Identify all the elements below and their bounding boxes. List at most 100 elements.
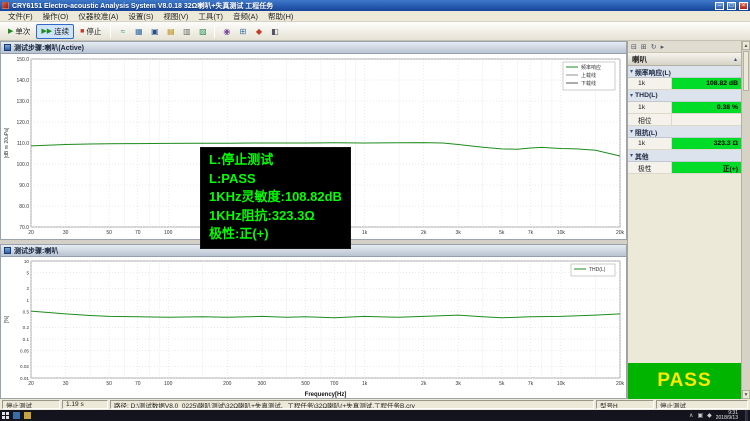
panel-icon: ◧ xyxy=(271,27,279,36)
diamond-icon: ◆ xyxy=(256,27,262,36)
sidebar-scrollbar[interactable]: ▲ ▼ xyxy=(741,41,750,399)
stop-test-button[interactable]: ■ 停止 xyxy=(75,24,106,39)
target-icon: ◉ xyxy=(223,27,230,36)
svg-text:1: 1 xyxy=(26,298,29,303)
sidebar-section-impedance[interactable]: ▾ 阻抗(L) xyxy=(628,126,741,138)
status-file-path: 路径: D:\测试数据V8.0_0225\喇叭测试\32Ω喇叭+失真测试、工程任… xyxy=(110,400,594,409)
status-bar: 停止测试 1.19 s 路径: D:\测试数据V8.0_0225\喇叭测试\32… xyxy=(0,399,750,410)
section-label: 其他 xyxy=(635,151,649,161)
svg-text:10k: 10k xyxy=(557,230,566,236)
device-name: 喇叭 xyxy=(632,54,647,65)
signal-curve-button[interactable]: ≈ xyxy=(115,24,130,39)
volume-icon[interactable]: ◆ xyxy=(707,413,712,419)
menu-view[interactable]: 视图(V) xyxy=(158,11,193,21)
svg-text:10: 10 xyxy=(24,259,30,264)
svg-text:20: 20 xyxy=(28,381,34,387)
row-value xyxy=(672,114,741,125)
menu-calibration[interactable]: 仪器校准(A) xyxy=(73,11,123,21)
sidebar-section-frequency-response[interactable]: ▾ 频率响应(L) xyxy=(628,66,741,78)
svg-text:7k: 7k xyxy=(528,230,534,236)
svg-text:1k: 1k xyxy=(362,381,368,387)
scroll-up-icon[interactable]: ▲ xyxy=(742,41,750,50)
chart-panel-icon xyxy=(4,247,11,254)
menu-audio[interactable]: 音频(A) xyxy=(228,11,263,21)
taskbar-app-icon[interactable] xyxy=(24,412,31,419)
save-button[interactable]: ▣ xyxy=(147,24,162,39)
pass-result-box: PASS xyxy=(628,363,741,399)
layout-button[interactable]: ⊞ xyxy=(235,24,250,39)
taskbar-clock[interactable]: 9:31 2018/9/13 xyxy=(716,411,741,421)
section-label: THD(L) xyxy=(635,92,658,99)
svg-text:50: 50 xyxy=(106,381,112,387)
grid-icon: ⊞ xyxy=(240,27,247,36)
open-file-button[interactable]: ▤ xyxy=(163,24,178,39)
taskbar-app-icon[interactable] xyxy=(13,412,20,419)
svg-text:70.0: 70.0 xyxy=(19,225,29,231)
chart-view-button[interactable]: ▦ xyxy=(131,24,146,39)
top-chart-title: 测试步骤:喇叭(Active) xyxy=(14,43,84,53)
table-row: 1k 323.3 Ω xyxy=(628,138,741,150)
chart-panel-icon xyxy=(4,44,11,51)
section-label: 频率响应(L) xyxy=(635,67,671,77)
svg-text:20: 20 xyxy=(28,230,34,236)
table-row: 相位 xyxy=(628,114,741,126)
results-sidebar: ⊟ ⊞ ↻ ▸ 喇叭 ▴ ▾ 频率响应(L) 1k 108.82 dB ▾ TH… xyxy=(627,41,750,399)
window-titlebar: CRY6151 Electro-acoustic Analysis System… xyxy=(0,0,750,11)
minimize-button[interactable]: – xyxy=(715,2,724,10)
menu-operate[interactable]: 操作(O) xyxy=(38,11,74,21)
refresh-icon[interactable]: ↻ xyxy=(651,43,657,51)
expand-icon[interactable]: ⊞ xyxy=(641,43,647,51)
svg-text:120.0: 120.0 xyxy=(16,120,29,126)
close-button[interactable]: × xyxy=(739,2,748,10)
menu-help[interactable]: 帮助(H) xyxy=(263,11,298,21)
marker-button[interactable]: ◆ xyxy=(251,24,266,39)
triangle-down-icon: ▾ xyxy=(630,92,633,99)
svg-text:30: 30 xyxy=(63,230,69,236)
status-model: 型号H xyxy=(596,400,654,409)
svg-text:130.0: 130.0 xyxy=(16,99,29,105)
scrollbar-thumb[interactable] xyxy=(743,51,749,91)
single-test-label: 单次 xyxy=(15,26,30,37)
app-icon xyxy=(2,2,9,9)
svg-text:70: 70 xyxy=(135,381,141,387)
svg-text:3k: 3k xyxy=(456,381,462,387)
menu-file[interactable]: 文件(F) xyxy=(3,11,38,21)
pass-result-text: PASS xyxy=(657,370,711,392)
single-test-button[interactable]: ▶ 单次 xyxy=(3,24,35,39)
sidebar-device-header[interactable]: 喇叭 ▴ xyxy=(628,53,741,66)
svg-text:0.2: 0.2 xyxy=(23,325,30,330)
table-row: 极性 正(+) xyxy=(628,162,741,174)
windows-taskbar: ∧ ▣ ◆ 9:31 2018/9/13 xyxy=(0,410,750,421)
scroll-down-icon[interactable]: ▼ xyxy=(742,390,750,399)
section-label: 阻抗(L) xyxy=(635,127,657,137)
bottom-chart-title: 测试步骤:喇叭 xyxy=(14,246,58,256)
tray-expand-icon[interactable]: ∧ xyxy=(689,413,693,419)
svg-text:[%]: [%] xyxy=(4,315,10,323)
panel-toggle-button[interactable]: ◧ xyxy=(267,24,282,39)
sidebar-section-other[interactable]: ▾ 其他 xyxy=(628,150,741,162)
svg-text:7k: 7k xyxy=(528,381,534,387)
overlay-pass-line: L:PASS xyxy=(209,170,342,189)
report-icon: ▨ xyxy=(199,27,207,36)
menu-tools[interactable]: 工具(T) xyxy=(193,11,228,21)
stop-icon: ■ xyxy=(80,28,84,35)
maximize-button[interactable]: □ xyxy=(727,2,736,10)
svg-text:500: 500 xyxy=(301,381,310,387)
print-button[interactable]: ▥ xyxy=(179,24,194,39)
row-name: 1k xyxy=(628,138,672,149)
status-state: 停止测试 xyxy=(2,400,60,409)
wave-icon: ≈ xyxy=(121,27,125,36)
menu-settings[interactable]: 设置(S) xyxy=(123,11,158,21)
network-icon[interactable]: ▣ xyxy=(697,413,703,419)
show-desktop-button[interactable] xyxy=(745,410,748,421)
continuous-test-button[interactable]: ▶▶ 连续 xyxy=(36,24,74,39)
chevron-right-icon[interactable]: ▸ xyxy=(661,43,665,51)
start-button[interactable] xyxy=(2,412,9,419)
calibrate-button[interactable]: ◉ xyxy=(219,24,234,39)
sidebar-section-thd[interactable]: ▾ THD(L) xyxy=(628,90,741,102)
svg-text:1k: 1k xyxy=(362,230,368,236)
collapse-icon[interactable]: ⊟ xyxy=(631,43,637,51)
report-button[interactable]: ▨ xyxy=(195,24,210,39)
chart-icon: ▦ xyxy=(135,27,143,36)
svg-text:频率响应: 频率响应 xyxy=(581,64,601,71)
